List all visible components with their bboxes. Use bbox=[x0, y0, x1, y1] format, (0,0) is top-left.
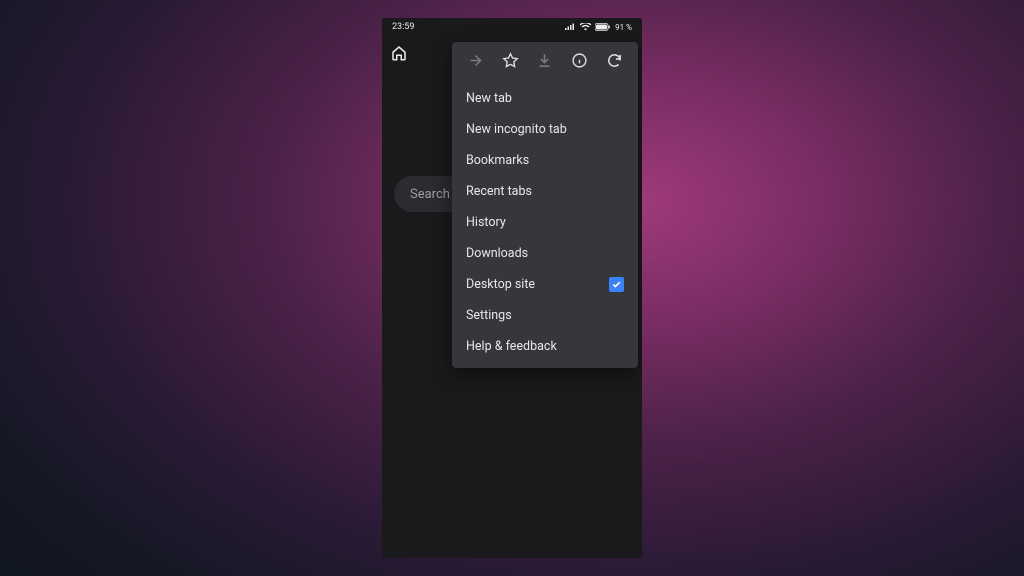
menu-item-label: New tab bbox=[466, 91, 512, 106]
menu-item-new-tab[interactable]: New tab bbox=[452, 83, 638, 114]
menu-item-new-incognito[interactable]: New incognito tab bbox=[452, 114, 638, 145]
signal-icon bbox=[565, 23, 576, 31]
status-bar: 23:59 91 % bbox=[382, 18, 642, 36]
menu-item-label: Recent tabs bbox=[466, 184, 532, 199]
menu-item-settings[interactable]: Settings bbox=[452, 300, 638, 331]
menu-item-help[interactable]: Help & feedback bbox=[452, 331, 638, 362]
menu-item-desktop-site[interactable]: Desktop site bbox=[452, 269, 638, 300]
menu-item-label: Downloads bbox=[466, 246, 528, 261]
overflow-menu: New tab New incognito tab Bookmarks Rece… bbox=[452, 42, 638, 368]
menu-item-label: Settings bbox=[466, 308, 512, 323]
menu-item-label: New incognito tab bbox=[466, 122, 567, 137]
forward-icon[interactable] bbox=[467, 52, 484, 73]
status-indicators: 91 % bbox=[565, 23, 632, 32]
menu-item-label: Bookmarks bbox=[466, 153, 529, 168]
menu-item-label: History bbox=[466, 215, 506, 230]
download-icon[interactable] bbox=[536, 52, 553, 73]
battery-icon bbox=[595, 23, 611, 31]
menu-item-history[interactable]: History bbox=[452, 207, 638, 238]
menu-item-recent-tabs[interactable]: Recent tabs bbox=[452, 176, 638, 207]
menu-icon-row bbox=[452, 42, 638, 83]
info-icon[interactable] bbox=[571, 52, 588, 73]
star-icon[interactable] bbox=[502, 52, 519, 73]
check-icon bbox=[611, 279, 622, 290]
battery-percent: 91 % bbox=[615, 23, 632, 32]
menu-item-downloads[interactable]: Downloads bbox=[452, 238, 638, 269]
menu-item-bookmarks[interactable]: Bookmarks bbox=[452, 145, 638, 176]
menu-item-label: Help & feedback bbox=[466, 339, 557, 354]
desktop-site-checkbox[interactable] bbox=[609, 277, 624, 292]
wifi-icon bbox=[580, 23, 591, 31]
home-icon[interactable] bbox=[390, 44, 408, 66]
phone-frame: 23:59 91 % Search or bbox=[382, 18, 642, 558]
reload-icon[interactable] bbox=[606, 52, 623, 73]
menu-item-label: Desktop site bbox=[466, 277, 535, 292]
status-time: 23:59 bbox=[392, 22, 414, 32]
